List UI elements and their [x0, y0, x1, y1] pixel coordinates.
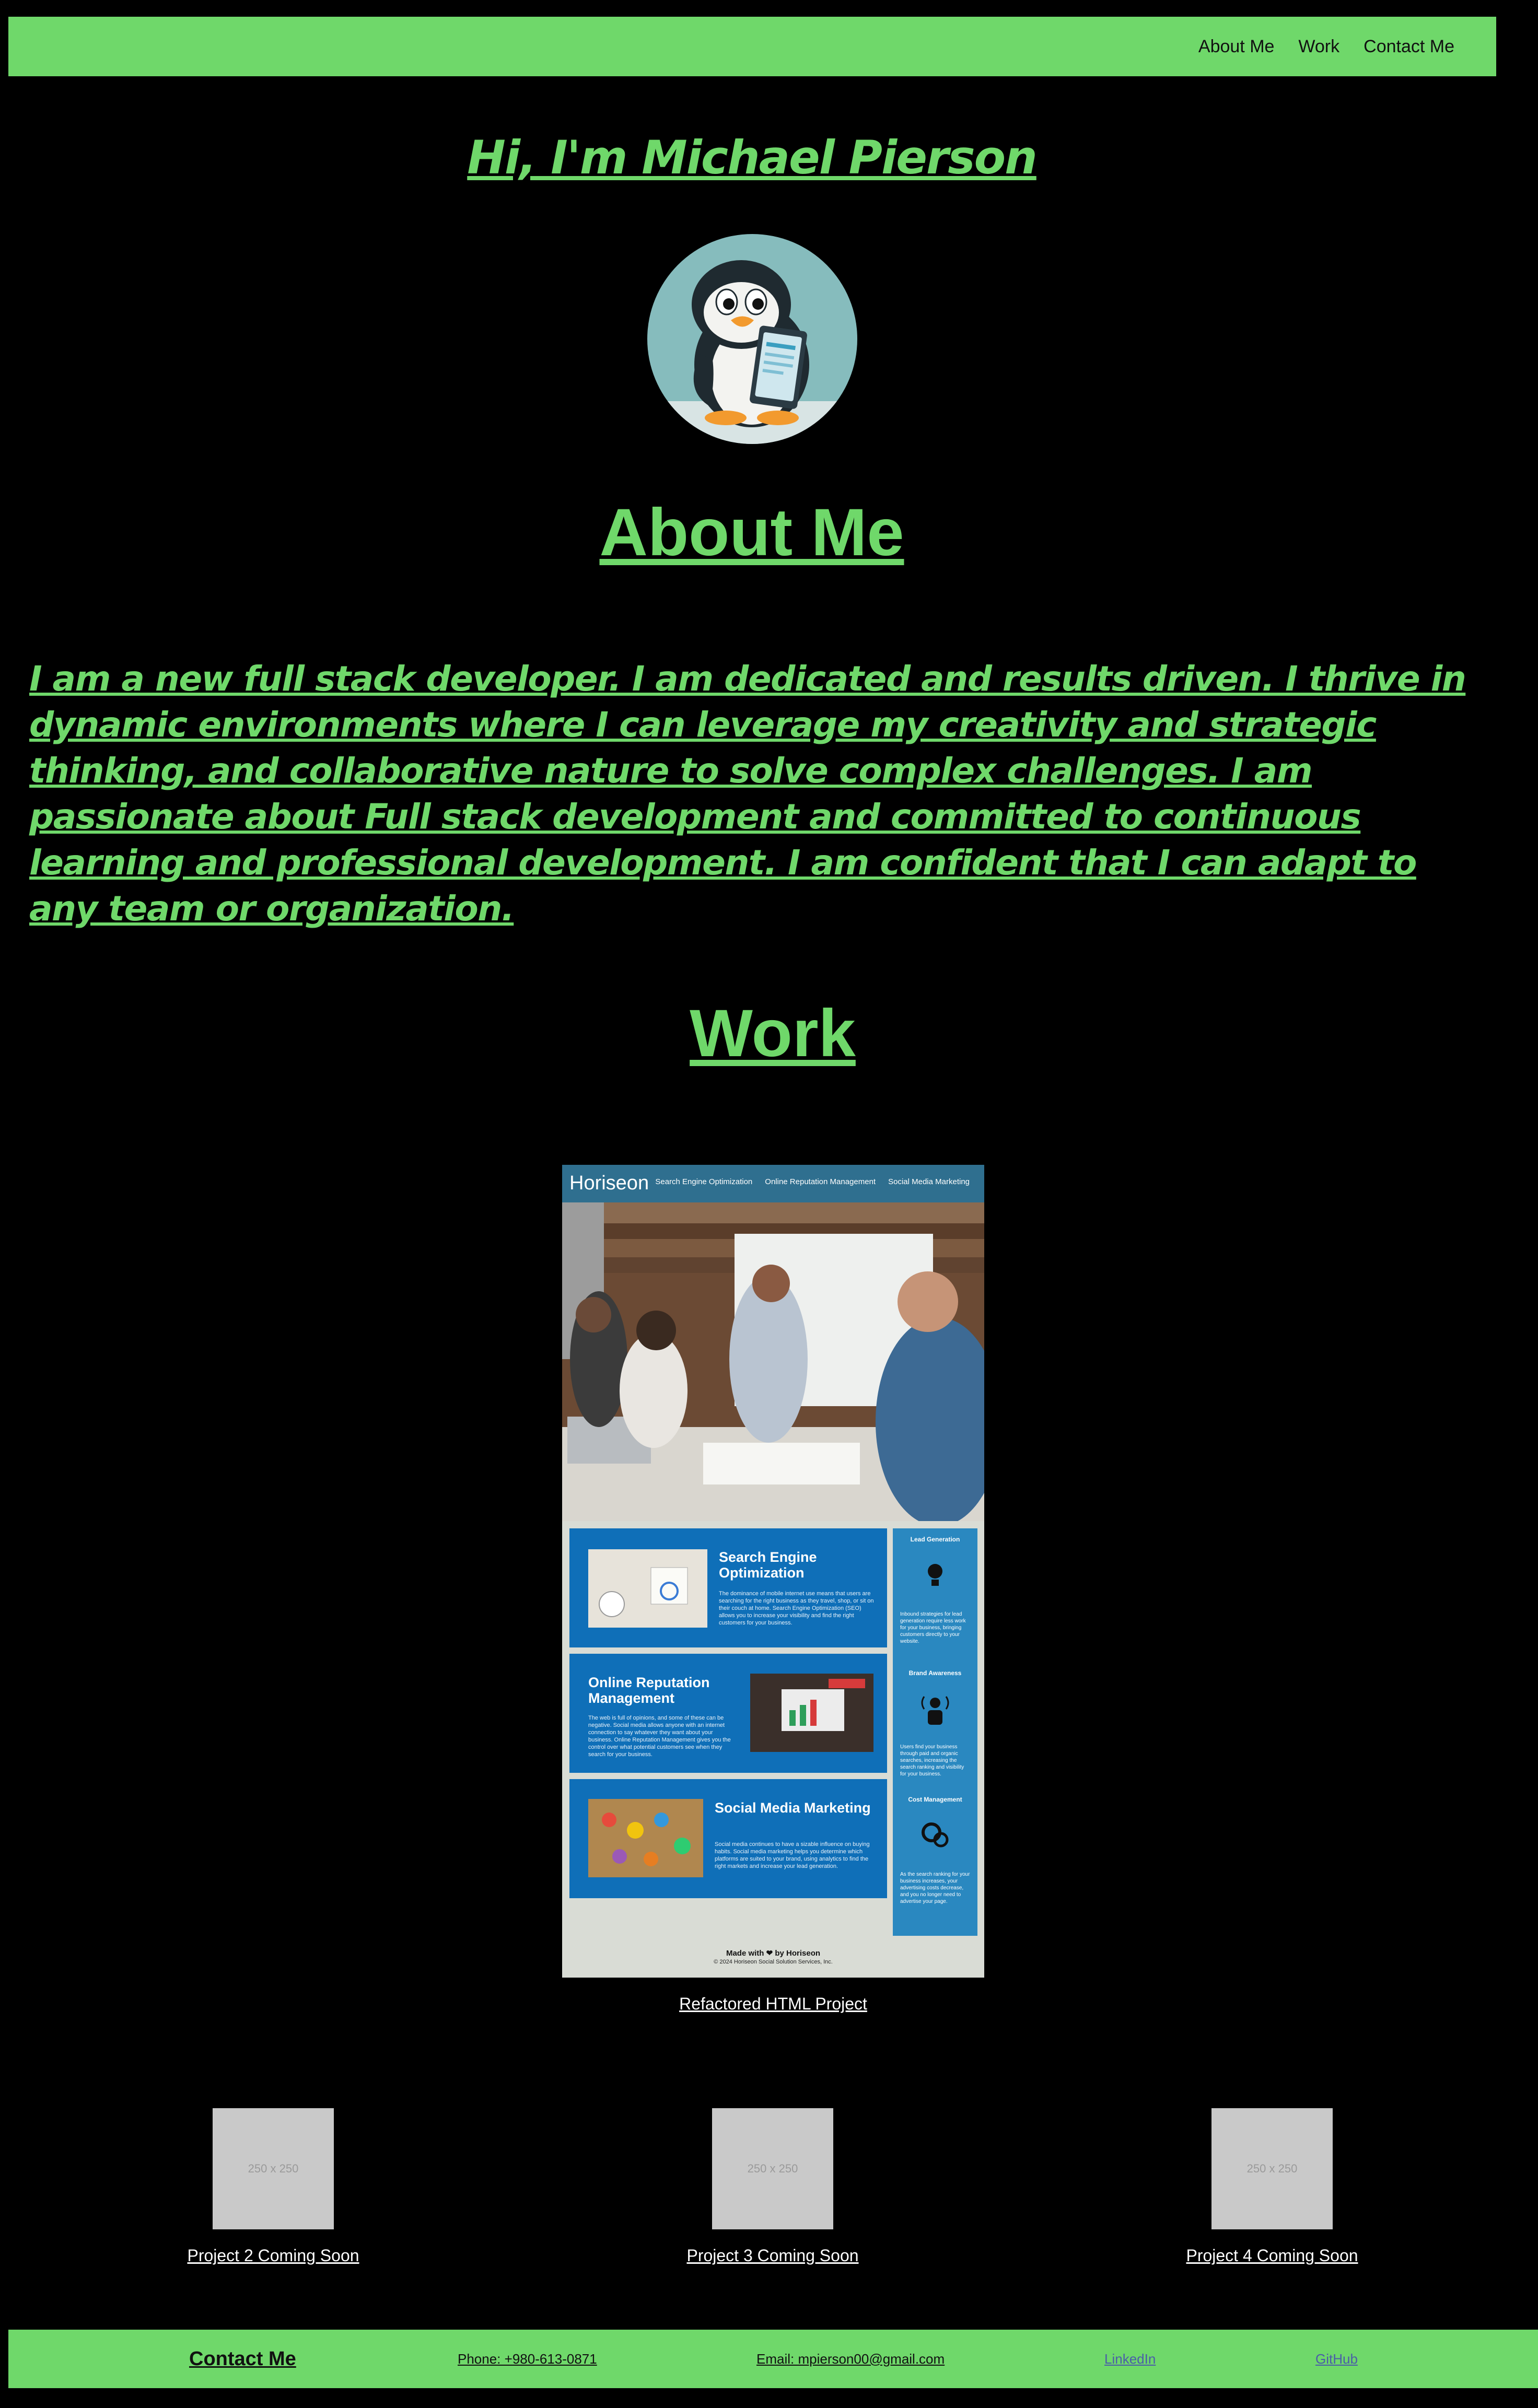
benefit-title: Cost Management	[908, 1796, 962, 1803]
benefit-body: Inbound strategies for lead generation r…	[900, 1611, 966, 1644]
top-nav: About Me Work Contact Me	[1198, 17, 1454, 76]
screenshot-footer-copyright: © 2024 Horiseon Social Solution Services…	[714, 1959, 833, 1965]
lightbulb-icon	[928, 1564, 942, 1586]
benefit-body: As the search ranking for your business …	[900, 1872, 970, 1904]
orm-image	[750, 1674, 873, 1752]
screenshot-logo: Horiseon	[569, 1172, 649, 1194]
project-4-link[interactable]: Project 4 Coming Soon	[1141, 2246, 1403, 2265]
footer-contact-heading[interactable]: Contact Me	[189, 2330, 296, 2388]
card-body: The web is full of opinions, and some of…	[588, 1715, 731, 1758]
card-body: The dominance of mobile internet use mea…	[719, 1591, 874, 1626]
project-2-image: 250 x 250	[213, 2108, 334, 2229]
project-2-link[interactable]: Project 2 Coming Soon	[143, 2246, 404, 2265]
screenshot-footer-made: Made with ❤ by Horiseon	[726, 1949, 821, 1958]
project-3-link[interactable]: Project 3 Coming Soon	[642, 2246, 903, 2265]
broadcast-person-icon	[921, 1696, 949, 1725]
card-title: Online Reputation Management	[588, 1675, 710, 1706]
screenshot-nav-item: Social Media Marketing	[888, 1177, 970, 1186]
screenshot-card-orm: Online Reputation Management The web is …	[569, 1654, 887, 1773]
card-body: Social media continues to have a sizable…	[715, 1841, 870, 1869]
screenshot-nav-item: Online Reputation Management	[765, 1177, 876, 1186]
work-heading: Work	[690, 996, 856, 1071]
project-4-image: 250 x 250	[1211, 2108, 1333, 2229]
benefit-body: Users find your business through paid an…	[900, 1744, 964, 1777]
footer-github-link[interactable]: GitHub	[1315, 2330, 1358, 2388]
card-title: Social Media Marketing	[715, 1800, 871, 1816]
screenshot-card-seo: Search Engine Optimization The dominance…	[569, 1528, 887, 1647]
footer-linkedin-link[interactable]: LinkedIn	[1104, 2330, 1156, 2388]
hero-title: Hi, I'm Michael Pierson	[467, 131, 1038, 184]
screenshot-nav: Search Engine Optimization Online Reputa…	[655, 1177, 970, 1186]
screenshot-hero-image	[562, 1202, 984, 1521]
benefit-title: Lead Generation	[910, 1536, 960, 1543]
about-text: I am a new full stack developer. I am de…	[29, 659, 1466, 929]
nav-contact-me[interactable]: Contact Me	[1364, 37, 1454, 57]
top-navbar: About Me Work Contact Me	[8, 17, 1496, 76]
screenshot-card-smm: Social Media Marketing Social media cont…	[569, 1779, 887, 1898]
project-1-screenshot[interactable]: Horiseon Search Engine Optimization Onli…	[562, 1165, 984, 1978]
smm-image	[588, 1799, 703, 1877]
seo-image	[588, 1549, 707, 1628]
project-1-link[interactable]: Refactored HTML Project	[562, 1994, 984, 2014]
screenshot-header: Horiseon Search Engine Optimization Onli…	[562, 1165, 984, 1202]
screenshot-benefits-sidebar: Lead Generation Inbound strategies for l…	[893, 1528, 977, 1936]
screenshot-nav-item: Search Engine Optimization	[655, 1177, 753, 1186]
card-title: Search Engine Optimization	[719, 1549, 817, 1581]
nav-about-me[interactable]: About Me	[1198, 37, 1275, 57]
about-heading: About Me	[599, 495, 904, 570]
nav-work[interactable]: Work	[1298, 37, 1339, 57]
gears-dollar-icon	[922, 1822, 949, 1848]
project-3-image: 250 x 250	[712, 2108, 833, 2229]
benefit-title: Brand Awareness	[908, 1669, 962, 1677]
footer-phone-link[interactable]: Phone: +980-613-0871	[458, 2330, 597, 2388]
footer-bar: Contact Me Phone: +980-613-0871 Email: m…	[8, 2330, 1538, 2388]
footer-email-link[interactable]: Email: mpierson00@gmail.com	[756, 2330, 945, 2388]
penguin-avatar-icon	[647, 234, 857, 444]
